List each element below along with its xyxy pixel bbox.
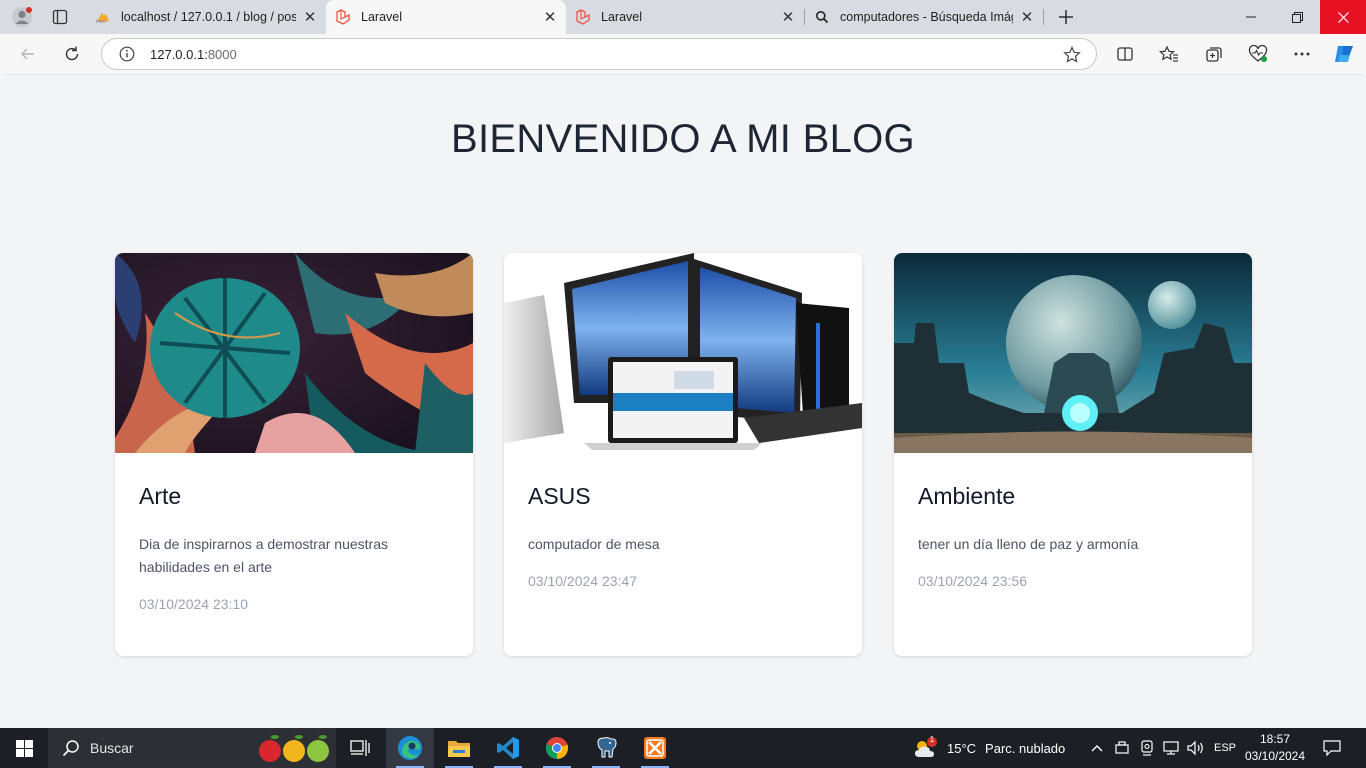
- taskbar-search-box[interactable]: Buscar: [48, 728, 336, 768]
- tab-separator: [1043, 9, 1044, 25]
- post-title[interactable]: ASUS: [528, 483, 591, 510]
- tab-phpmyadmin[interactable]: PMA localhost / 127.0.0.1 / blog / posts…: [86, 0, 326, 34]
- close-tab-icon[interactable]: ✕: [540, 7, 560, 27]
- profile-avatar-icon[interactable]: [6, 0, 38, 34]
- page-title: BIENVENIDO A MI BLOG: [451, 117, 915, 161]
- search-icon: [62, 740, 79, 757]
- close-tab-icon[interactable]: ✕: [1017, 7, 1037, 27]
- edge-browser-icon[interactable]: [386, 728, 434, 768]
- taskbar-clock[interactable]: 18:57 03/10/2024: [1240, 731, 1310, 765]
- windows-start-icon[interactable]: [0, 728, 48, 768]
- more-options-icon[interactable]: [1286, 38, 1318, 70]
- post-description: Dia de inspirarnos a demostrar nuestras …: [139, 536, 389, 575]
- site-info-icon[interactable]: [118, 45, 136, 63]
- post-card[interactable]: Arte Dia de inspirarnos a demostrar nues…: [115, 253, 473, 656]
- post-date: 03/10/2024 23:47: [528, 573, 637, 589]
- windows-taskbar: Buscar 1 15°C Parc. nublado ESP 18:57 03…: [0, 728, 1366, 768]
- search-icon: [814, 9, 830, 25]
- chevron-up-icon[interactable]: [1090, 728, 1104, 768]
- post-card[interactable]: ASUS computador de mesa 03/10/2024 23:47: [504, 253, 862, 656]
- file-explorer-icon[interactable]: [435, 728, 483, 768]
- volume-icon[interactable]: [1186, 728, 1206, 768]
- weather-widget[interactable]: 1 15°C Parc. nublado: [913, 728, 1065, 768]
- task-view-icon[interactable]: [336, 728, 384, 768]
- tab-actions-icon[interactable]: [44, 0, 76, 34]
- post-title[interactable]: Arte: [139, 483, 181, 510]
- phpmyadmin-icon: PMA: [95, 9, 111, 25]
- new-tab-plus-icon[interactable]: [1050, 0, 1082, 34]
- laravel-icon: [575, 9, 591, 25]
- copilot-icon[interactable]: [1328, 38, 1360, 70]
- laravel-icon: [335, 9, 351, 25]
- notifications-icon[interactable]: [1323, 728, 1341, 768]
- browser-tab-strip: PMA localhost / 127.0.0.1 / blog / posts…: [0, 0, 1366, 34]
- restore-button[interactable]: [1274, 0, 1320, 34]
- url-text: 127.0.0.1:8000: [150, 46, 237, 62]
- split-screen-icon[interactable]: [1109, 38, 1141, 70]
- webcam-icon[interactable]: [1140, 728, 1154, 768]
- chrome-icon[interactable]: [533, 728, 581, 768]
- favorite-star-icon[interactable]: [1062, 45, 1082, 65]
- post-description: tener un día lleno de paz y armonía: [918, 536, 1139, 552]
- search-highlight-apples-icon: [259, 734, 329, 762]
- tab-laravel[interactable]: Laravel ✕: [566, 0, 804, 34]
- tropical-leaves-image: [115, 253, 473, 453]
- post-title[interactable]: Ambiente: [918, 483, 1015, 510]
- reload-icon[interactable]: [56, 38, 88, 70]
- tab-image-search[interactable]: computadores - Búsqueda Imágenes ✕: [805, 0, 1043, 34]
- network-icon[interactable]: [1162, 728, 1182, 768]
- vscode-icon[interactable]: [484, 728, 532, 768]
- input-language-indicator[interactable]: ESP: [1214, 728, 1236, 768]
- collections-icon[interactable]: [1198, 38, 1230, 70]
- browser-toolbar: 127.0.0.1:8000: [0, 34, 1366, 74]
- post-description: computador de mesa: [528, 536, 660, 552]
- back-arrow-icon[interactable]: [12, 38, 44, 70]
- post-date: 03/10/2024 23:10: [139, 596, 248, 612]
- close-tab-icon[interactable]: ✕: [300, 7, 320, 27]
- usb-device-icon[interactable]: [1114, 728, 1132, 768]
- tab-laravel-active[interactable]: Laravel ✕: [326, 0, 566, 34]
- sci-fi-planet-image: [894, 253, 1252, 453]
- favorites-icon[interactable]: [1153, 38, 1185, 70]
- svg-text:PMA: PMA: [96, 19, 106, 24]
- browser-essentials-icon[interactable]: [1242, 38, 1274, 70]
- computers-image: [504, 253, 862, 453]
- pgadmin-elephant-icon[interactable]: [582, 728, 630, 768]
- post-card[interactable]: Ambiente tener un día lleno de paz y arm…: [894, 253, 1252, 656]
- minimize-button[interactable]: [1228, 0, 1274, 34]
- address-bar[interactable]: 127.0.0.1:8000: [101, 38, 1097, 70]
- close-window-button[interactable]: [1320, 0, 1366, 34]
- close-tab-icon[interactable]: ✕: [778, 7, 798, 27]
- page-viewport: BIENVENIDO A MI BLOG Arte Dia de inspira…: [4, 74, 1362, 726]
- post-date: 03/10/2024 23:56: [918, 573, 1027, 589]
- xampp-icon[interactable]: [631, 728, 679, 768]
